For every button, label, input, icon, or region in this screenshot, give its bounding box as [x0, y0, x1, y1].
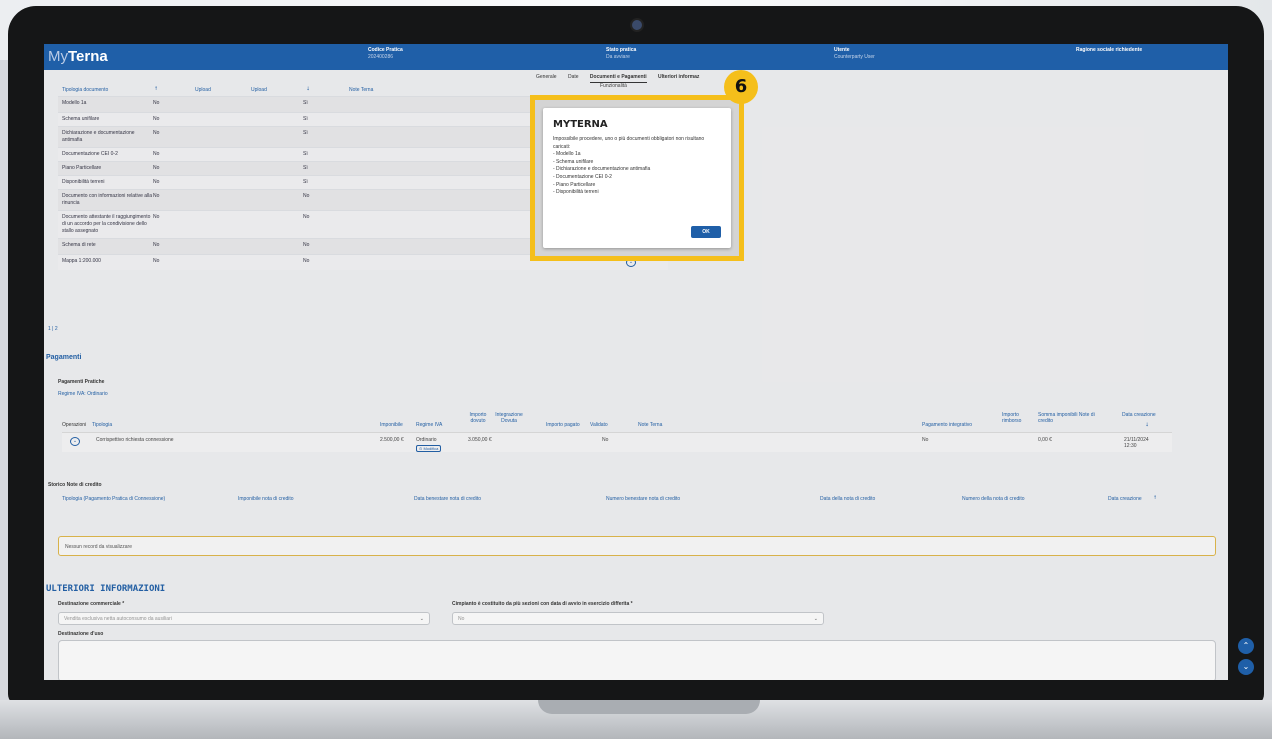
dialog-title: MYTERNA	[553, 119, 608, 130]
laptop-notch	[538, 700, 760, 714]
codice-pratica: Codice Pratica 202400286	[368, 47, 403, 60]
error-dialog: MYTERNA Impossibile procedere, uno o più…	[543, 108, 731, 248]
scroll-up-button[interactable]: ⌃	[1238, 638, 1254, 654]
utente: Utente Counterparty User	[834, 47, 875, 60]
webcam	[632, 20, 642, 30]
ragione-sociale: Ragione sociale richiedente	[1076, 47, 1143, 53]
dialog-text: Impossibile procedere, uno o più documen…	[553, 136, 705, 196]
screen: MyTerna Codice Pratica 202400286 Stato pr…	[44, 44, 1228, 680]
step-badge: 6	[724, 70, 758, 104]
ok-button[interactable]: OK	[691, 226, 721, 238]
logo[interactable]: MyTerna	[48, 48, 108, 65]
scroll-down-button[interactable]: ⌄	[1238, 659, 1254, 675]
app-header: MyTerna Codice Pratica 202400286 Stato pr…	[44, 44, 1228, 70]
stato-pratica: Stato pratica Da avviare	[606, 47, 637, 60]
modal-highlight: MYTERNA Impossibile procedere, uno o più…	[530, 95, 744, 261]
